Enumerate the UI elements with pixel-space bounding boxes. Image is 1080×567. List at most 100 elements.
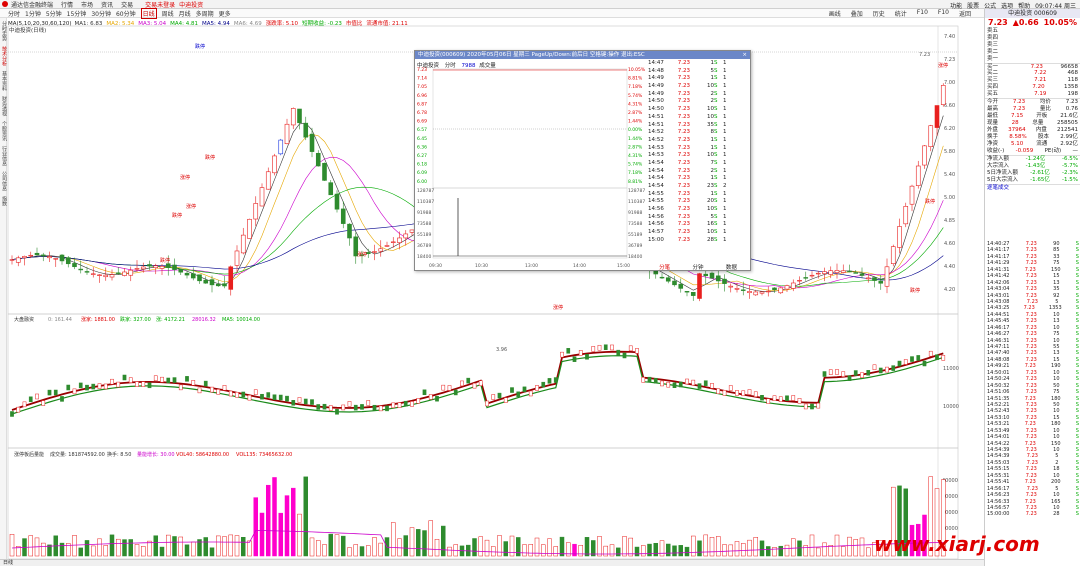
indicator1-bar-98 <box>622 352 627 359</box>
flow-label: 5日大宗流入 <box>987 177 1018 183</box>
volume-bar-28 <box>184 544 190 557</box>
popup-tick-cell: 7.23 <box>677 183 690 189</box>
popup-buttons: 分笔 分钟 数据 <box>648 263 748 271</box>
candle-body-58 <box>372 251 377 253</box>
close-icon[interactable]: × <box>742 51 747 59</box>
indicator1-bar-84 <box>535 385 539 391</box>
flow-value: -1.65亿 <box>1030 177 1050 183</box>
popup-tick-cell: 7.23 <box>677 129 690 136</box>
tab-minutes[interactable]: 分钟 <box>692 263 703 271</box>
indicator1-bar-33 <box>216 389 221 395</box>
popup-tick-cell: 1 <box>723 75 727 82</box>
indicator1-value-5: MA5: 10014.00 <box>222 317 260 323</box>
event-label-8: 跌停 <box>925 198 935 205</box>
candle-body-12 <box>84 271 90 273</box>
ask-label: 卖二 <box>987 49 999 55</box>
indicator1-bar-20 <box>135 381 139 387</box>
volume-bar-10 <box>72 535 77 557</box>
indicator1-bar-41 <box>266 392 271 398</box>
tab-ticks[interactable]: 分笔 <box>659 263 670 271</box>
indicator1-bar-46 <box>297 397 302 403</box>
intraday-yright-16: 91988 <box>628 210 642 216</box>
indicator1-bar-92 <box>585 354 589 360</box>
indicator1-bar-23 <box>153 375 158 381</box>
bid-price: 7.22 <box>1034 70 1047 76</box>
stat-label: 均价 <box>1039 99 1051 105</box>
event-label-10: 涨停 <box>186 203 196 210</box>
tick-list[interactable]: 14:40:27 7.23 90 S 14:41:17 7.23 85 S 14:41:17 7.… <box>985 241 1080 518</box>
indicator1-bar-43 <box>278 394 283 401</box>
popup-tick-cell: S <box>714 144 718 151</box>
candle-body-31 <box>203 279 209 284</box>
indicator1-bar-19 <box>128 377 133 383</box>
indicator1-bar-24 <box>160 376 164 383</box>
popup-tick-cell: 1 <box>723 229 727 236</box>
indicator1-bar-59 <box>378 405 383 412</box>
bid-price: 7.20 <box>1032 84 1045 90</box>
indicator1-bar-68 <box>435 395 439 402</box>
candle-body-134 <box>847 270 852 273</box>
volume-bar-85 <box>541 544 546 557</box>
intraday-chart: 7.23 7.14 7.05 6.96 6.87 6.78 6.69 6.57 6.45 6.36… <box>417 67 646 269</box>
intraday-popup[interactable]: 中迪投资(000609) 2020年05月06日 星期三 PageUp/Down… <box>414 50 751 271</box>
tab-data[interactable]: 数据 <box>726 263 737 271</box>
volume-bar-101 <box>641 545 646 557</box>
indicator1-bar-131 <box>828 369 833 375</box>
intraday-yleft-16: 91988 <box>417 210 431 216</box>
popup-tick-cell: 1 <box>710 136 715 143</box>
indicator1-bar-50 <box>322 403 327 410</box>
main-ytick-2: 7.00 <box>944 80 955 86</box>
candle-body-54 <box>347 223 352 239</box>
popup-tick-cell: 7.23 <box>677 229 690 236</box>
popup-tick-row: 14:48 7.23 5 S 1 <box>648 68 748 76</box>
volume-bar-58 <box>372 537 377 557</box>
candle-body-117 <box>740 289 746 291</box>
indicator2-title: 涨停板后量能 <box>14 451 44 458</box>
popup-tick-cell: 14:54 <box>648 167 664 174</box>
indicator1-bar-14 <box>97 383 102 389</box>
quote-panel: 中迪投资 000609 7.23 ▲0.66 10.05% 卖五 卖四 卖三 卖二 卖一… <box>984 9 1080 566</box>
volume-bar-97 <box>616 547 621 557</box>
indicator1-border <box>7 313 959 449</box>
popup-tick-row: 14:55 7.23 1 S 1 <box>648 191 748 199</box>
popup-tick-cell: 28 <box>707 236 714 243</box>
indicator1-value-1: 涨家: 1881.00 <box>81 316 115 323</box>
indicator1-bar-17 <box>116 381 121 388</box>
popup-tick-row: 14:54 7.23 1 S 1 <box>648 175 748 183</box>
indicator1-bar-6 <box>47 389 52 396</box>
candle-body-104 <box>659 276 665 279</box>
popup-tick-cell: 16 <box>707 221 714 228</box>
volume-bar-132 <box>834 534 840 557</box>
popup-tick-cell: 1 <box>723 98 727 105</box>
intraday-yright-15: 110387 <box>628 199 645 205</box>
indicator1-bar-91 <box>578 350 583 356</box>
indicator2-value-3: VOL40: 58642880.00 <box>176 452 229 458</box>
popup-tick-cell: 1 <box>710 144 715 151</box>
stat-label: 收益(-) <box>987 148 1005 154</box>
indicator1-bar-136 <box>860 372 864 378</box>
popup-tick-cell: 1 <box>723 190 727 197</box>
volume-bar-37 <box>241 537 246 557</box>
intraday-yleft-19: 36789 <box>417 243 431 249</box>
volume-bar-46 <box>297 513 302 557</box>
indicator1-bar-57 <box>366 400 371 406</box>
candle-body-132 <box>834 270 840 273</box>
volume-bar-41 <box>266 484 271 557</box>
flow-row-2: 5日净流入额 -2.61亿 -2.3% <box>985 170 1080 177</box>
indicator1-bar-8 <box>60 396 64 402</box>
popup-tick-cell: S <box>714 159 718 166</box>
price-tag: 7.23 <box>919 52 930 58</box>
indicator1-value-2: 跌家: 327.00 <box>120 316 151 323</box>
indicator1-bar-75 <box>478 380 483 386</box>
indicator1-bar-49 <box>316 404 321 410</box>
popup-tick-cell: S <box>714 175 718 182</box>
candle-body-44 <box>284 123 290 144</box>
indicator1-bar-94 <box>597 344 602 351</box>
volume-bar-119 <box>753 537 758 557</box>
popup-tick-cell: 14:53 <box>648 144 664 151</box>
indicator1-bar-124 <box>785 395 789 401</box>
indicator1-bar-111 <box>703 380 708 386</box>
indicator1-bar-117 <box>741 390 746 397</box>
indicator1-bar-3 <box>28 396 33 403</box>
indicator1-bar-29 <box>191 380 196 386</box>
